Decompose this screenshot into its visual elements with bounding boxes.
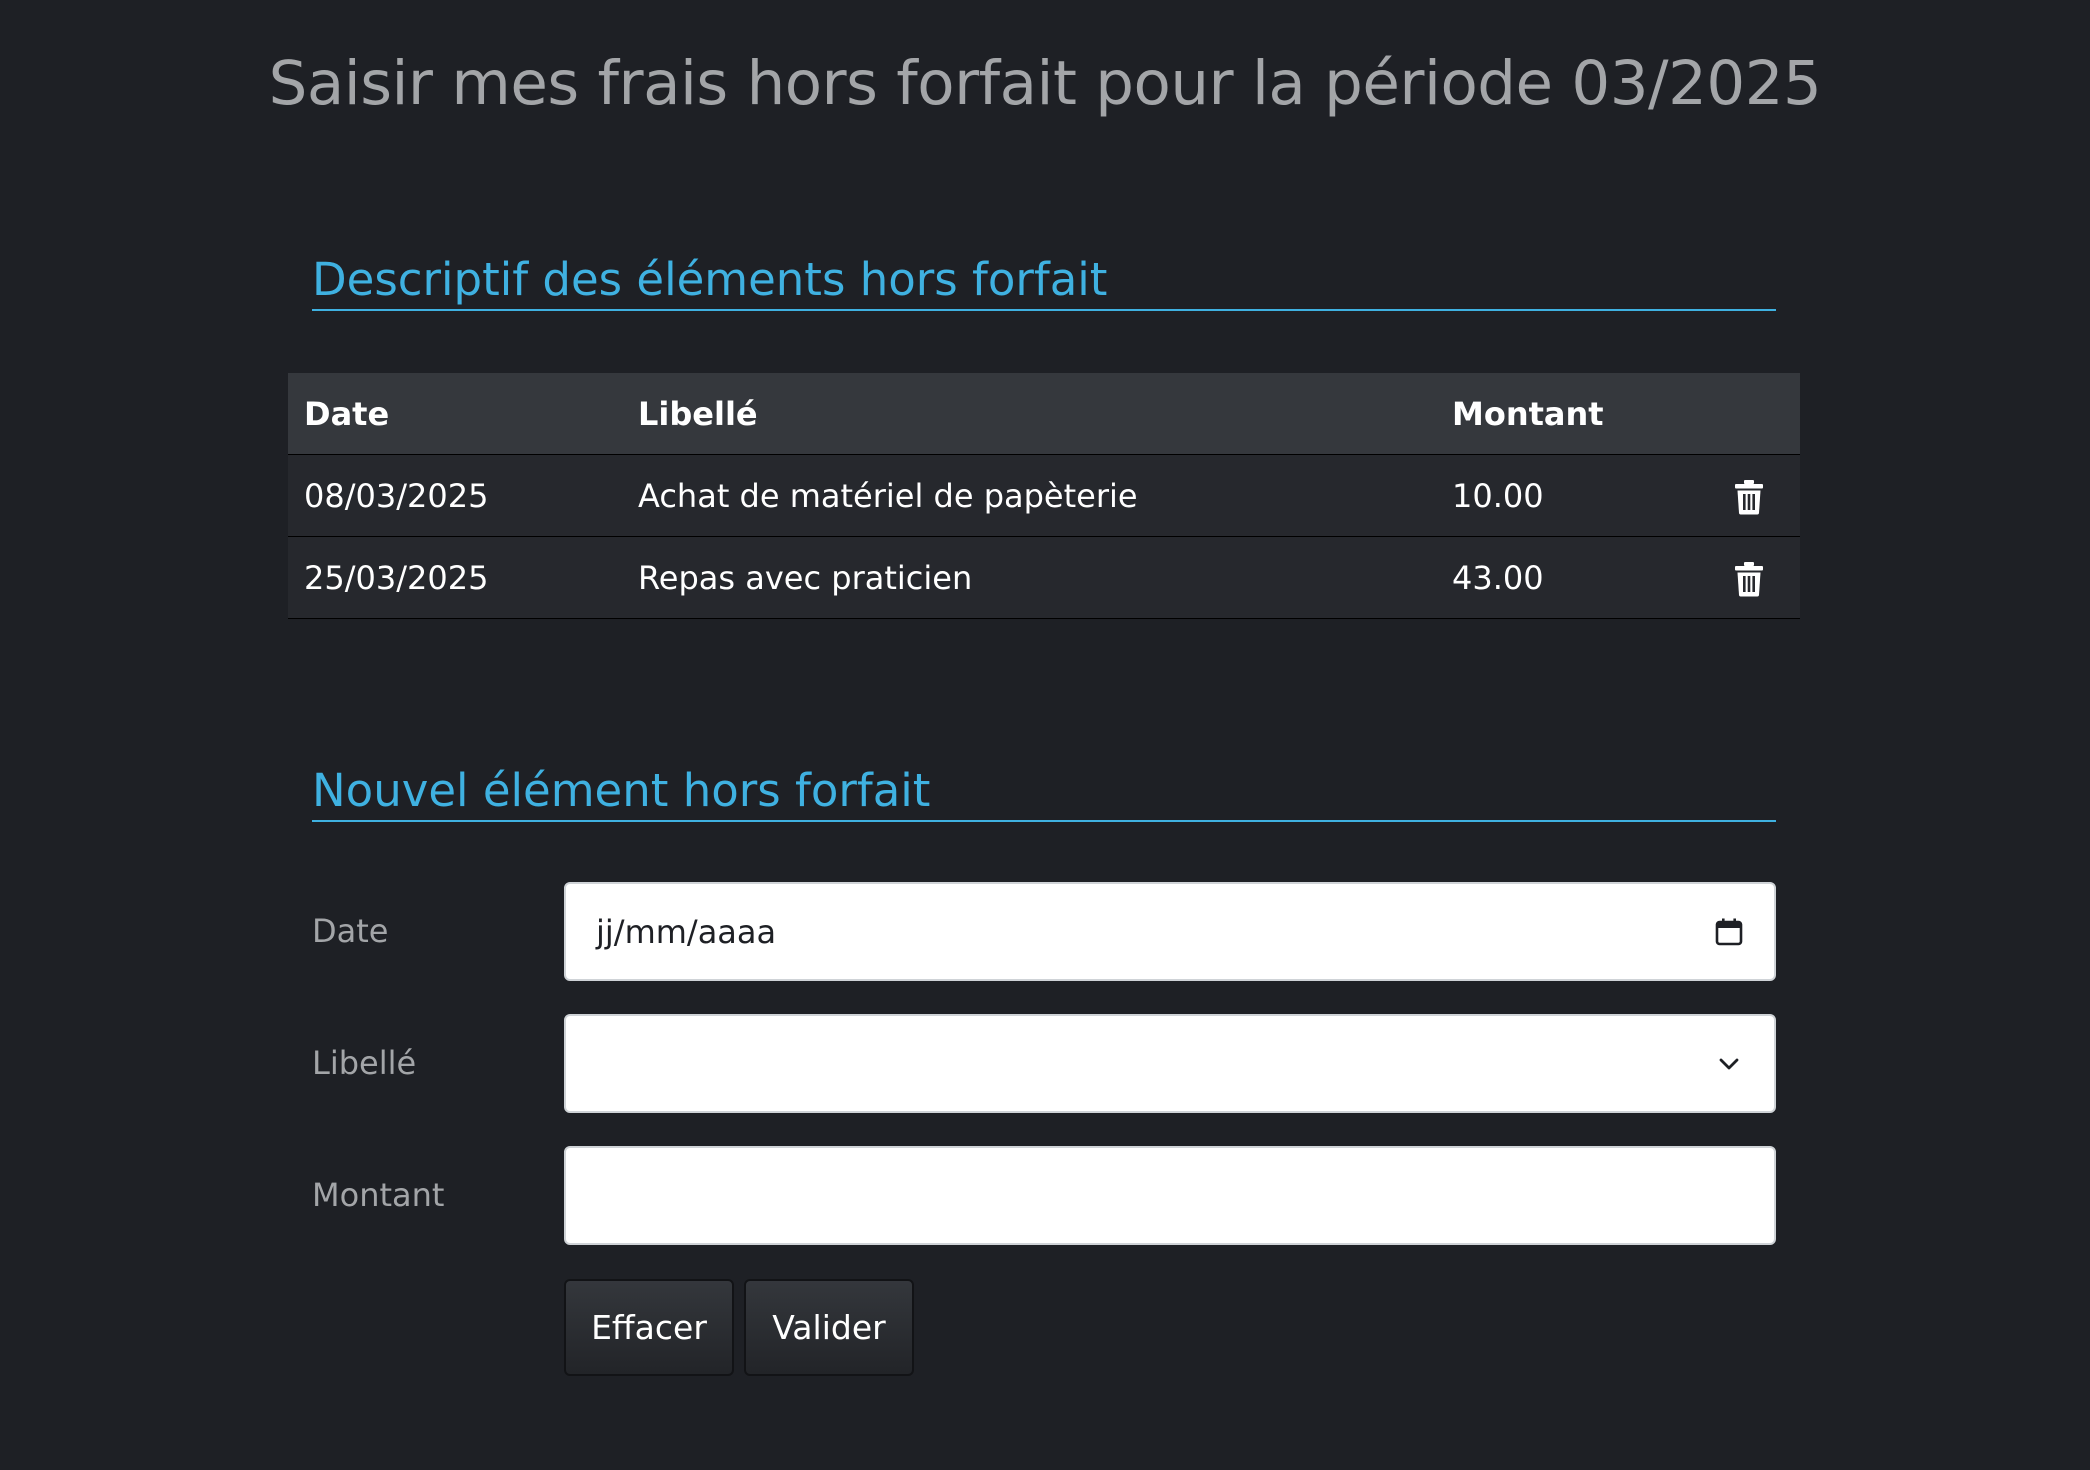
date-label: Date (312, 912, 389, 950)
trash-icon[interactable] (1734, 561, 1764, 597)
page-title: Saisir mes frais hors forfait pour la pé… (268, 48, 1822, 119)
label-field-label: Libellé (312, 1044, 417, 1082)
chevron-down-icon[interactable] (1714, 1049, 1744, 1079)
new-expense-heading: Nouvel élément hors forfait (312, 763, 1776, 822)
label-select[interactable] (564, 1014, 1776, 1113)
table-row: 25/03/2025 Repas avec praticien 43.00 (288, 536, 1800, 619)
table-header-row: Date Libellé Montant (288, 373, 1800, 455)
cell-amount: 43.00 (1436, 536, 1698, 619)
trash-icon[interactable] (1734, 479, 1764, 515)
cell-amount: 10.00 (1436, 454, 1698, 537)
cell-date: 25/03/2025 (288, 536, 622, 619)
expenses-table: Date Libellé Montant 08/03/2025 Achat de… (288, 373, 1800, 619)
cell-action (1698, 536, 1800, 619)
submit-button[interactable]: Valider (744, 1279, 914, 1376)
column-header-date: Date (288, 373, 622, 455)
amount-form-row: Montant (312, 1146, 1776, 1245)
clear-button[interactable]: Effacer (564, 1279, 734, 1376)
cell-action (1698, 454, 1800, 537)
cell-label: Achat de matériel de papèterie (622, 454, 1436, 537)
calendar-icon[interactable] (1714, 917, 1744, 947)
cell-label: Repas avec praticien (622, 536, 1436, 619)
amount-label: Montant (312, 1176, 445, 1214)
date-placeholder: jj/mm/aaaa (596, 912, 777, 951)
date-input[interactable]: jj/mm/aaaa (564, 882, 1776, 981)
column-header-amount: Montant (1436, 373, 1698, 455)
cell-date: 08/03/2025 (288, 454, 622, 537)
column-header-label: Libellé (622, 373, 1436, 455)
expenses-list-heading: Descriptif des éléments hors forfait (312, 252, 1776, 311)
label-form-row: Libellé (312, 1014, 1776, 1113)
date-form-row: Date jj/mm/aaaa (312, 882, 1776, 981)
amount-input[interactable] (564, 1146, 1776, 1245)
column-header-action (1698, 373, 1800, 455)
table-row: 08/03/2025 Achat de matériel de papèteri… (288, 454, 1800, 537)
